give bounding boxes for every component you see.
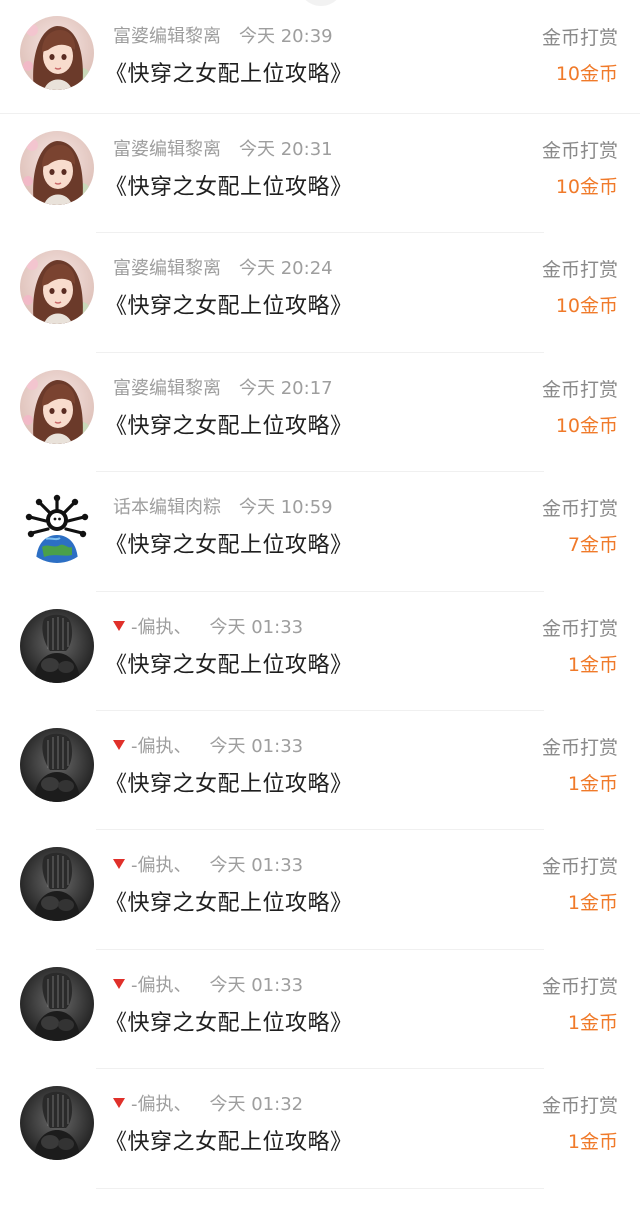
timestamp: 今天 20:17	[239, 377, 333, 399]
reward-meta: -偏执、 今天 01:32	[113, 1093, 303, 1117]
reward-type-label: 金币打赏	[541, 259, 618, 282]
reward-amount: 10金币	[555, 176, 618, 198]
reward-amount: 10金币	[555, 63, 618, 85]
red-triangle-icon	[113, 859, 125, 870]
reward-amount: 1金币	[567, 1131, 618, 1154]
anime-girl-avatar[interactable]	[20, 250, 94, 325]
reward-amount: 1金币	[567, 892, 618, 915]
red-triangle-icon	[113, 978, 125, 989]
timestamp: 今天 20:24	[239, 258, 333, 280]
book-title[interactable]: 《快穿之女配上位攻略》	[105, 60, 353, 90]
reward-list-item[interactable]: 富婆编辑黎离 今天 20:31 《快穿之女配上位攻略》 金币打赏 10金币	[0, 114, 640, 234]
red-triangle-icon	[113, 1098, 125, 1109]
reward-meta: -偏执、 今天 01:33	[113, 735, 303, 759]
username[interactable]: 话本编辑肉粽	[113, 497, 221, 518]
reward-amount: 7金币	[567, 534, 618, 557]
username[interactable]: -偏执、	[131, 736, 192, 757]
reward-amount: 1金币	[567, 653, 618, 676]
book-title[interactable]: 《快穿之女配上位攻略》	[105, 412, 353, 442]
red-triangle-icon	[113, 739, 125, 750]
username[interactable]: -偏执、	[131, 975, 192, 996]
reward-meta: 富婆编辑黎离 今天 20:24	[113, 257, 333, 281]
dark-figure-avatar[interactable]	[20, 727, 94, 802]
reward-meta: -偏执、 今天 01:33	[113, 974, 303, 998]
reward-list-item[interactable]: -偏执、 今天 01:33 《快穿之女配上位攻略》 金币打赏 1金币	[0, 711, 640, 831]
anime-girl-avatar[interactable]	[20, 16, 94, 90]
username[interactable]: -偏执、	[131, 1094, 192, 1115]
reward-type-label: 金币打赏	[541, 1095, 618, 1118]
reward-meta: 话本编辑肉粽 今天 10:59	[113, 496, 333, 520]
reward-list: 富婆编辑黎离 今天 20:39 《快穿之女配上位攻略》 金币打赏 10金币 富婆编辑黎离…	[0, 0, 640, 1189]
book-title[interactable]: 《快穿之女配上位攻略》	[105, 1128, 353, 1158]
divider	[96, 1187, 544, 1189]
reward-type-label: 金币打赏	[541, 736, 618, 759]
username[interactable]: -偏执、	[131, 855, 192, 876]
reward-type-label: 金币打赏	[541, 140, 618, 162]
timestamp: 今天 01:32	[209, 1094, 304, 1116]
username[interactable]: -偏执、	[131, 617, 192, 638]
reward-type-label: 金币打赏	[541, 975, 618, 998]
username[interactable]: 富婆编辑黎离	[113, 139, 221, 160]
reward-amount: 10金币	[555, 414, 618, 437]
book-title[interactable]: 《快穿之女配上位攻略》	[105, 889, 353, 919]
reward-amount: 1金币	[567, 772, 618, 795]
book-title[interactable]: 《快穿之女配上位攻略》	[105, 531, 353, 561]
reward-type-label: 金币打赏	[541, 856, 618, 879]
reward-list-item[interactable]: -偏执、 今天 01:33 《快穿之女配上位攻略》 金币打赏 1金币	[0, 592, 640, 711]
timestamp: 今天 01:33	[209, 616, 304, 638]
reward-amount: 1金币	[567, 1011, 618, 1034]
reward-list-item[interactable]: -偏执、 今天 01:33 《快穿之女配上位攻略》 金币打赏 1金币	[0, 950, 640, 1070]
reward-meta: -偏执、 今天 01:33	[113, 616, 303, 640]
reward-type-label: 金币打赏	[541, 617, 618, 640]
reward-list-item[interactable]: 富婆编辑黎离 今天 20:17 《快穿之女配上位攻略》 金币打赏 10金币	[0, 353, 640, 473]
reward-type-label: 金币打赏	[541, 27, 618, 49]
book-title[interactable]: 《快穿之女配上位攻略》	[105, 173, 353, 203]
dark-figure-avatar[interactable]	[20, 1086, 94, 1161]
reward-amount: 10金币	[555, 295, 618, 318]
book-title[interactable]: 《快穿之女配上位攻略》	[105, 292, 353, 322]
red-triangle-icon	[113, 620, 125, 631]
book-title[interactable]: 《快穿之女配上位攻略》	[105, 1009, 353, 1039]
reward-list-item[interactable]: 富婆编辑黎离 今天 20:24 《快穿之女配上位攻略》 金币打赏 10金币	[0, 233, 640, 353]
reward-list-item[interactable]: 话本编辑肉粽 今天 10:59 《快穿之女配上位攻略》 金币打赏 7金币	[0, 472, 640, 592]
timestamp: 今天 20:39	[239, 26, 333, 47]
dark-figure-avatar[interactable]	[20, 608, 94, 683]
username[interactable]: 富婆编辑黎离	[113, 258, 221, 279]
timestamp: 今天 10:59	[239, 497, 333, 519]
username[interactable]: 富婆编辑黎离	[113, 26, 221, 47]
book-title[interactable]: 《快穿之女配上位攻略》	[105, 651, 353, 681]
reward-list-item[interactable]: -偏执、 今天 01:32 《快穿之女配上位攻略》 金币打赏 1金币	[0, 1069, 640, 1189]
timestamp: 今天 01:33	[209, 974, 304, 996]
dark-figure-avatar[interactable]	[20, 966, 94, 1041]
reward-meta: 富婆编辑黎离 今天 20:17	[113, 377, 333, 401]
reward-meta: -偏执、 今天 01:33	[113, 854, 303, 878]
timestamp: 今天 01:33	[209, 735, 304, 757]
reward-type-label: 金币打赏	[541, 378, 618, 401]
timestamp: 今天 01:33	[209, 855, 304, 877]
anime-girl-avatar[interactable]	[20, 369, 94, 444]
reward-list-item[interactable]: 富婆编辑黎离 今天 20:39 《快穿之女配上位攻略》 金币打赏 10金币	[0, 0, 640, 114]
reward-meta: 富婆编辑黎离 今天 20:31	[113, 138, 333, 162]
reward-meta: 富婆编辑黎离 今天 20:39	[113, 25, 333, 49]
book-title[interactable]: 《快穿之女配上位攻略》	[105, 770, 353, 800]
globe-creature-avatar[interactable]	[20, 489, 94, 564]
username[interactable]: 富婆编辑黎离	[113, 378, 221, 399]
dark-figure-avatar[interactable]	[20, 847, 94, 922]
timestamp: 今天 20:31	[239, 139, 333, 160]
reward-type-label: 金币打赏	[541, 498, 618, 521]
anime-girl-avatar[interactable]	[20, 131, 94, 205]
reward-list-item[interactable]: -偏执、 今天 01:33 《快穿之女配上位攻略》 金币打赏 1金币	[0, 830, 640, 950]
